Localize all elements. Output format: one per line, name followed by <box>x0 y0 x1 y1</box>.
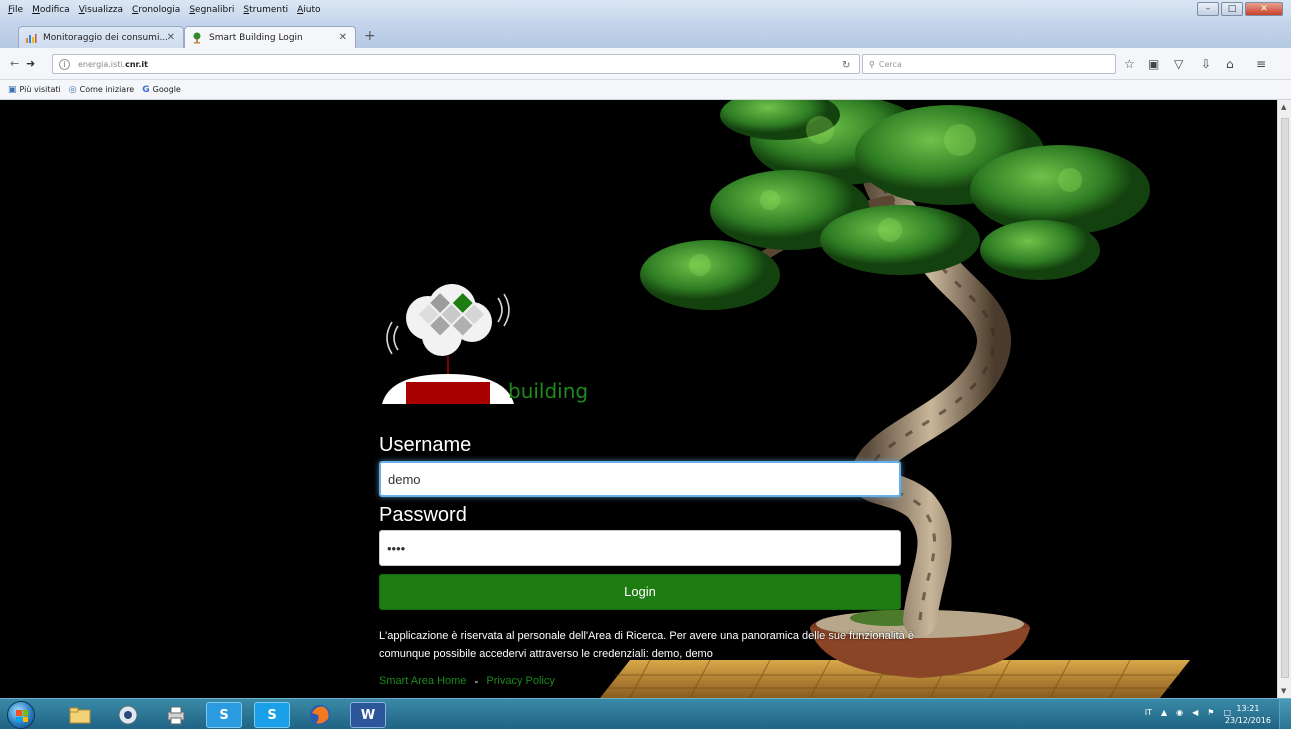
download-icon[interactable]: ⇩ <box>1201 57 1211 71</box>
search-placeholder: Cerca <box>878 59 902 69</box>
menu-bar: File Modifica Visualizza Cronologia Segn… <box>0 0 1291 20</box>
clock-date: 23/12/2016 <box>1224 716 1271 725</box>
globe-icon: ◎ <box>68 84 77 95</box>
url-domain: cnr.it <box>125 59 148 69</box>
window-controls: – □ ✕ <box>1197 2 1283 16</box>
tab-bar: Monitoraggio dei consumi... ✕ Smart Buil… <box>0 20 1291 48</box>
taskbar-clock[interactable]: 13:21 23/12/2016 <box>1225 703 1271 727</box>
scrollbar-thumb[interactable] <box>1281 118 1289 678</box>
page-content: SMART building Username Password Login L… <box>0 100 1277 698</box>
tray-expand-icon[interactable]: ▲ <box>1161 708 1167 717</box>
logo-smart-text: SMART <box>409 382 457 398</box>
url-prefix: energia.isti. <box>78 59 126 69</box>
tree-icon <box>191 32 203 44</box>
tab-smart-building-login[interactable]: Smart Building Login ✕ <box>184 26 356 48</box>
home-icon[interactable]: ⌂ <box>1226 57 1234 71</box>
password-input[interactable] <box>379 530 901 566</box>
start-button[interactable] <box>7 701 35 729</box>
flag-icon[interactable]: ⚑ <box>1207 708 1214 717</box>
bookmark-piu-visitati[interactable]: ▣ Più visitati <box>8 85 61 95</box>
printer-app-icon[interactable] <box>158 702 194 728</box>
google-icon: G <box>142 84 150 95</box>
folder-icon: ▣ <box>8 84 17 95</box>
skype-business-icon[interactable]: S <box>206 702 242 728</box>
clock-time: 13:21 <box>1236 704 1260 713</box>
reload-icon[interactable]: ↻ <box>842 60 850 71</box>
navigation-bar: ← ➜ i energia.isti. cnr.it ↻ ⚲ Cerca ☆ ▣ … <box>0 48 1291 80</box>
login-button[interactable]: Login <box>379 574 901 610</box>
menu-cronologia[interactable]: Cronologia <box>132 5 180 15</box>
username-label: Username <box>379 434 472 456</box>
address-bar[interactable]: i energia.isti. cnr.it <box>52 54 860 74</box>
system-tray: IT ▲ ◉ ◀ ⚑ □ <box>1145 708 1231 717</box>
skype-icon[interactable]: S <box>254 702 290 728</box>
bookmarks-bar: ▣ Più visitati ◎ Come iniziare G Google <box>0 80 1291 100</box>
search-input[interactable]: ⚲ Cerca <box>862 54 1116 74</box>
back-icon[interactable]: ← <box>10 57 19 70</box>
tab-label: Smart Building Login <box>209 32 303 43</box>
username-input[interactable] <box>379 461 901 497</box>
language-indicator[interactable]: IT <box>1145 708 1152 717</box>
volume-icon[interactable]: ◀ <box>1192 708 1198 717</box>
chart-icon <box>25 32 37 44</box>
smart-area-home-link[interactable]: Smart Area Home <box>379 675 466 687</box>
search-icon: ⚲ <box>869 59 875 69</box>
new-tab-button[interactable]: + <box>364 28 376 44</box>
bookmark-google[interactable]: G Google <box>142 85 181 95</box>
menu-modifica[interactable]: Modifica <box>32 5 70 15</box>
logo-building-text: building <box>508 379 589 403</box>
bookmark-star-icon[interactable]: ☆ <box>1124 57 1135 71</box>
maximize-button[interactable]: □ <box>1221 2 1243 16</box>
access-notice: L'applicazione è riservata al personale … <box>379 630 914 660</box>
close-icon[interactable]: ✕ <box>167 32 175 43</box>
firefox-icon[interactable] <box>302 702 338 728</box>
network-icon[interactable]: ◉ <box>1176 708 1183 717</box>
bookmark-come-iniziare[interactable]: ◎ Come iniziare <box>69 85 134 95</box>
password-label: Password <box>379 504 467 526</box>
webcam-app-icon[interactable] <box>110 702 146 728</box>
pocket-icon[interactable]: ▽ <box>1174 57 1183 71</box>
menu-aiuto[interactable]: Aiuto <box>297 5 320 15</box>
scroll-up-icon[interactable]: ▲ <box>1281 103 1286 111</box>
privacy-policy-link[interactable]: Privacy Policy <box>486 675 554 687</box>
tab-monitoraggio[interactable]: Monitoraggio dei consumi... ✕ <box>18 26 184 48</box>
vertical-scrollbar[interactable]: ▲ ▼ <box>1277 100 1291 698</box>
footer-separator: - <box>474 674 479 688</box>
minimize-button[interactable]: – <box>1197 2 1219 16</box>
windows-logo-icon <box>16 710 28 722</box>
info-icon[interactable]: i <box>59 58 70 70</box>
show-desktop-button[interactable] <box>1279 699 1291 729</box>
close-window-button[interactable]: ✕ <box>1245 2 1283 16</box>
menu-strumenti[interactable]: Strumenti <box>243 5 288 15</box>
scroll-down-icon[interactable]: ▼ <box>1281 687 1286 695</box>
menu-visualizza[interactable]: Visualizza <box>79 5 123 15</box>
library-icon[interactable]: ▣ <box>1148 57 1159 71</box>
word-icon[interactable]: W <box>350 702 386 728</box>
windows-taskbar: S S W IT ▲ ◉ ◀ ⚑ □ 13:21 23/12/2016 <box>0 698 1291 729</box>
forward-icon[interactable]: ➜ <box>26 57 35 70</box>
menu-segnalibri[interactable]: Segnalibri <box>189 5 234 15</box>
close-icon[interactable]: ✕ <box>339 32 347 43</box>
hamburger-menu-icon[interactable]: ≡ <box>1256 57 1266 71</box>
footer-links: Smart Area Home - Privacy Policy <box>379 674 555 688</box>
menu-file[interactable]: File <box>8 5 23 15</box>
file-explorer-icon[interactable] <box>62 702 98 728</box>
tab-label: Monitoraggio dei consumi... <box>43 32 169 43</box>
